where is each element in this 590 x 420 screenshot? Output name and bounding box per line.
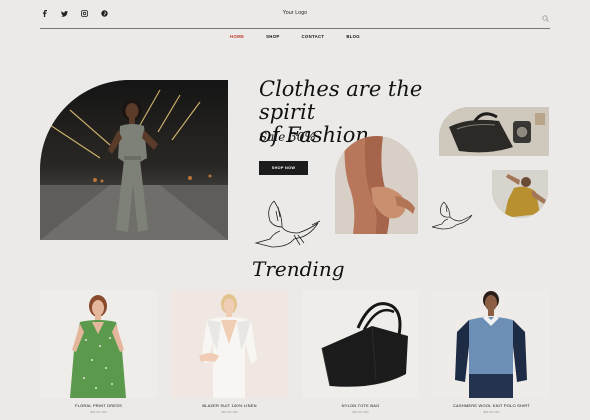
- product-name[interactable]: NYLON TOTE BAG: [302, 403, 419, 408]
- nav-shop[interactable]: SHOP: [266, 34, 279, 39]
- product-name[interactable]: CASHMERE WOOL KNIT POLO SHIRT: [433, 403, 550, 408]
- product-price: $52.00 USD: [483, 410, 500, 414]
- fabric-arch-image: [335, 136, 418, 234]
- product-price: $52.00 USD: [352, 410, 369, 414]
- header-divider: [40, 28, 550, 29]
- product-price: $52.00 USD: [221, 410, 238, 414]
- site-logo[interactable]: Your Logo: [0, 10, 590, 16]
- nav-contact[interactable]: CONTACT: [302, 34, 325, 39]
- hero-image: [40, 80, 228, 240]
- bird-small-icon: [431, 201, 473, 230]
- search-icon[interactable]: [542, 9, 551, 22]
- accessories-image: [439, 107, 549, 156]
- nav-blog[interactable]: BLOG: [346, 34, 360, 39]
- product-card-floral-dress[interactable]: [40, 290, 157, 398]
- product-card-blazer-suit[interactable]: [171, 290, 288, 398]
- sale-text: Sale 30%: [259, 130, 316, 144]
- nav-home[interactable]: HOME: [230, 34, 244, 39]
- trending-heading: Trending: [252, 257, 345, 281]
- shop-now-button[interactable]: SHOP NOW: [259, 161, 308, 175]
- product-card-polo-shirt[interactable]: [433, 290, 550, 398]
- product-name[interactable]: FLORAL PRINT DRESS: [40, 403, 157, 408]
- product-card-tote-bag[interactable]: [302, 290, 419, 398]
- bird-illustration-icon: [254, 200, 321, 248]
- model-circle-image: [492, 170, 548, 218]
- product-price: $52.00 USD: [90, 410, 107, 414]
- hero-title-line1: Clothes are the spirit: [259, 77, 423, 124]
- main-nav: HOME SHOP CONTACT BLOG: [0, 34, 590, 39]
- product-name[interactable]: BLAZER SUIT 100% LINEN: [171, 403, 288, 408]
